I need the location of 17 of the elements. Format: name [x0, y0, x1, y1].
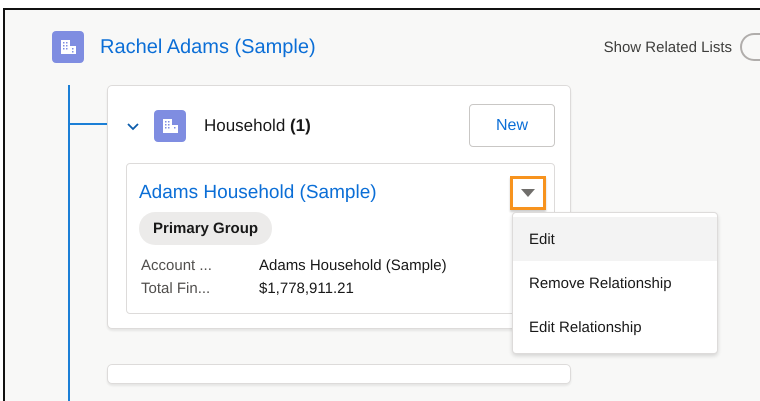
record-title-link[interactable]: Rachel Adams (Sample) — [100, 36, 316, 58]
dropdown-button[interactable] — [510, 176, 546, 210]
show-related-lists-label: Show Related Lists — [604, 38, 732, 56]
menu-item[interactable]: Edit — [513, 217, 717, 261]
new-button[interactable]: New — [469, 104, 555, 147]
primary-group-badge: Primary Group — [139, 212, 272, 245]
building-icon — [154, 110, 186, 142]
related-list-title: Household (1) — [204, 116, 312, 136]
menu-item[interactable]: Remove Relationship — [513, 261, 717, 305]
caret-icon — [521, 189, 535, 197]
record-name-link[interactable]: Adams Household (Sample) — [139, 182, 377, 204]
field-label: Total Fin... — [141, 280, 212, 297]
toggle-switch[interactable] — [740, 33, 760, 61]
building-icon — [52, 31, 84, 63]
field-value: Adams Household (Sample) — [259, 257, 448, 274]
menu-item[interactable]: Edit Relationship — [513, 305, 717, 349]
field-label: Account ... — [141, 257, 213, 274]
